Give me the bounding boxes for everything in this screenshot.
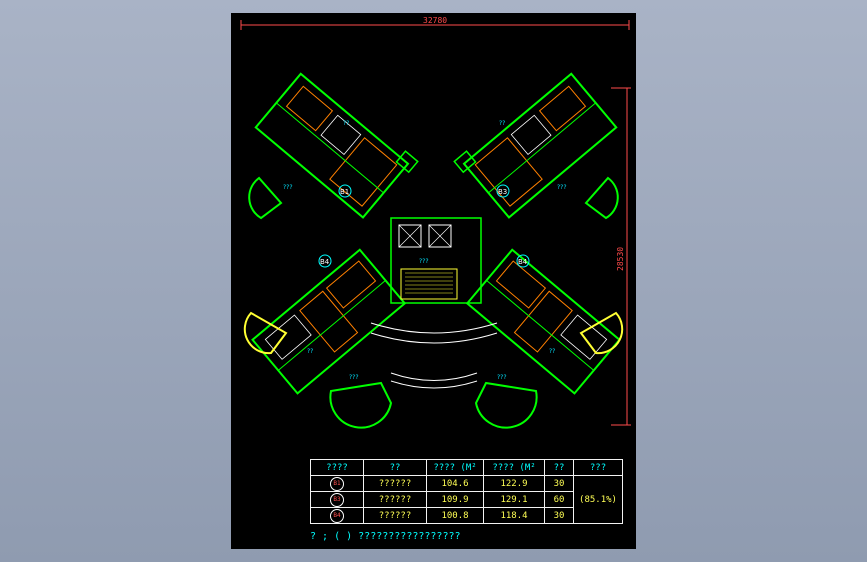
corridor-label: ??? xyxy=(419,258,429,265)
table-cell: 104.6 xyxy=(426,475,484,492)
table-cell-mark: B4 xyxy=(310,507,364,524)
table-cell: 100.8 xyxy=(426,507,484,524)
unit-markers: B1 B3 B4 B4 xyxy=(318,184,530,268)
room-label: ??? xyxy=(349,374,359,381)
table-header: ??? xyxy=(573,459,623,476)
unit-marker-label: B4 xyxy=(320,258,330,266)
table-cell: 30 xyxy=(544,475,574,492)
table-cell-mark: B1 xyxy=(310,475,364,492)
drawing-sheet: 32780 28530 ??? ?? ?? ??? ??? ?? ?? ??? … xyxy=(231,13,636,549)
table-cell: 30 xyxy=(544,507,574,524)
wing-upper-left xyxy=(254,72,419,219)
room-label: ?? xyxy=(499,120,505,127)
table-cell: ?????? xyxy=(363,507,427,524)
table-row: B1 ?????? 104.6 122.9 30 (85.1%) xyxy=(310,475,623,524)
wing-lower-left xyxy=(251,248,407,395)
top-dimension: 32780 xyxy=(240,16,630,30)
table-header: ???? (M² xyxy=(483,459,545,476)
room-label: ??? xyxy=(557,184,567,191)
table-cell: 122.9 xyxy=(483,475,545,492)
unit-marker-label: B4 xyxy=(518,258,528,266)
area-table: ???? ?? ???? (M² ???? (M² ?? ??? B1 ????… xyxy=(310,459,623,524)
table-header: ???? xyxy=(310,459,364,476)
room-label: ?? xyxy=(343,120,349,127)
right-dimension: 28530 xyxy=(611,87,631,426)
room-label: ??? xyxy=(283,184,293,191)
wing-upper-right xyxy=(453,72,618,219)
top-dimension-text: 32780 xyxy=(423,16,447,25)
table-cell: ?????? xyxy=(363,491,427,508)
table-cell: 109.9 xyxy=(426,491,484,508)
unit-marker-label: B1 xyxy=(340,188,349,196)
drawing-note: ? ; ( ) ????????????????? xyxy=(310,531,461,542)
table-cell-ratio: (85.1%) xyxy=(573,475,623,524)
table-cell: ?????? xyxy=(363,475,427,492)
table-cell: 60 xyxy=(544,491,574,508)
wing-lower-right xyxy=(465,248,621,395)
room-label: ?? xyxy=(549,348,555,355)
table-cell: 118.4 xyxy=(483,507,545,524)
table-cell-mark: B3 xyxy=(310,491,364,508)
table-header: ???? (M² xyxy=(426,459,484,476)
table-header: ?? xyxy=(544,459,574,476)
right-dimension-text: 28530 xyxy=(616,247,625,271)
room-label: ?? xyxy=(307,348,313,355)
table-header: ?? xyxy=(363,459,427,476)
table-header-row: ???? ?? ???? (M² ???? (M² ?? ??? xyxy=(310,459,623,476)
central-core: ??? xyxy=(370,217,498,389)
room-label: ??? xyxy=(497,374,507,381)
unit-marker-label: B3 xyxy=(498,188,507,196)
table-cell: 129.1 xyxy=(483,491,545,508)
